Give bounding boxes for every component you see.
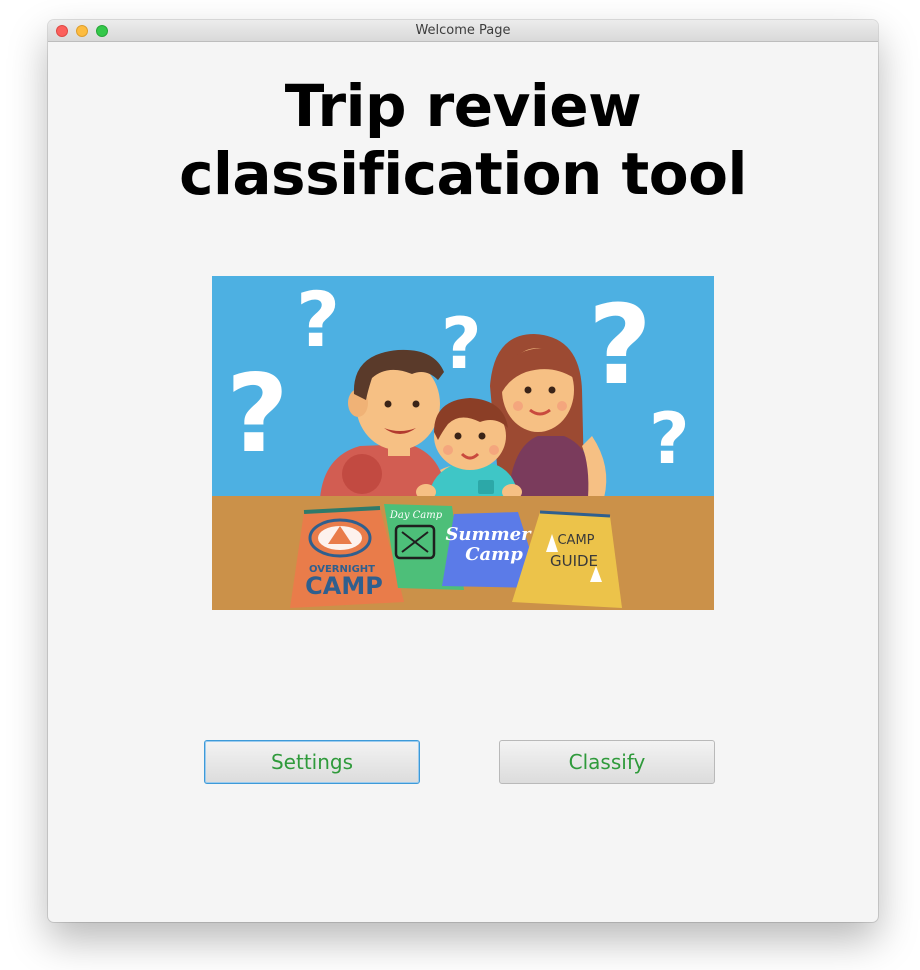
question-mark-icon: ? bbox=[649, 398, 690, 480]
question-mark-icon: ? bbox=[588, 281, 652, 409]
summer-camp-text-1: Summer bbox=[445, 524, 532, 545]
overnight-camp-large-text: CAMP bbox=[305, 572, 383, 600]
settings-button[interactable]: Settings bbox=[204, 740, 420, 784]
question-mark-icon: ? bbox=[296, 276, 340, 364]
welcome-window: Welcome Page Trip review classification … bbox=[48, 20, 878, 922]
question-mark-icon: ? bbox=[226, 352, 289, 477]
summer-camp-text-2: Camp bbox=[465, 544, 523, 565]
camp-guide-text-2: GUIDE bbox=[550, 552, 598, 570]
page-title-line-1: Trip review bbox=[284, 72, 642, 140]
camp-guide-text-1: CAMP bbox=[557, 533, 594, 548]
family-camp-illustration: ? ? ? ? ? OVERNIGHT CAMP Day Camp Summer… bbox=[212, 276, 714, 610]
window-title: Welcome Page bbox=[415, 23, 511, 38]
question-mark-icon: ? bbox=[441, 303, 482, 385]
title-bar[interactable]: Welcome Page bbox=[48, 20, 878, 42]
day-camp-text: Day Camp bbox=[389, 510, 443, 521]
page-title-line-2: classification tool bbox=[179, 140, 747, 208]
classify-button[interactable]: Classify bbox=[499, 740, 715, 784]
